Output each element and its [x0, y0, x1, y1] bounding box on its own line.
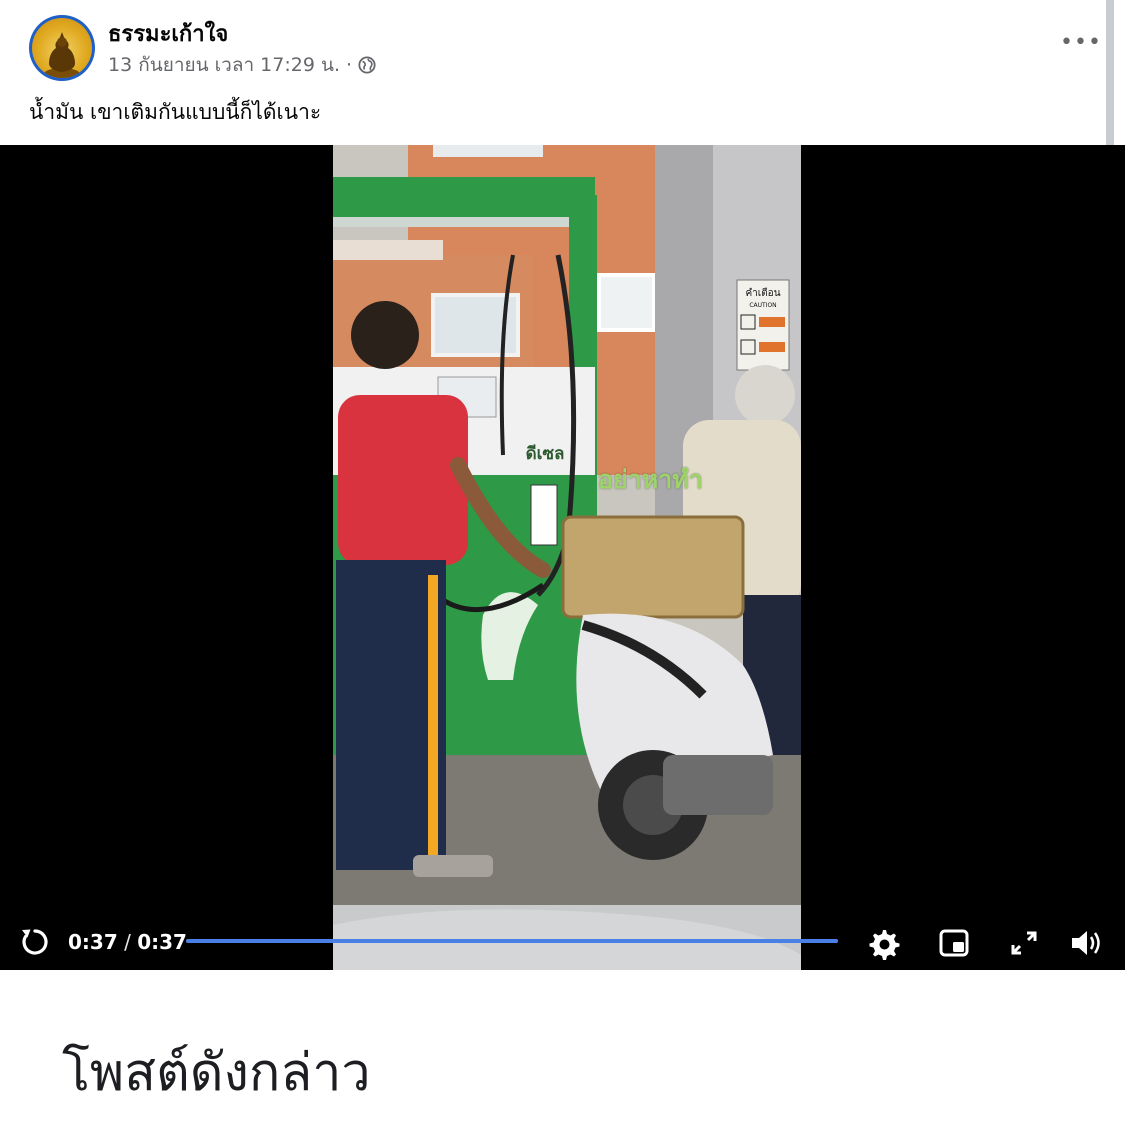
pump-label: ดีเซล: [526, 443, 565, 464]
meta-separator: ·: [346, 54, 353, 76]
sign-label: คำเตือน: [745, 287, 780, 299]
page-name[interactable]: ธรรมะเก้าใจ: [108, 16, 228, 51]
video-scene: คำเตือน CAUTION ดีเซล: [333, 145, 801, 970]
progress-bar[interactable]: [186, 939, 838, 943]
duration: 0:37: [137, 930, 187, 954]
video-controls: 0:37 / 0:37: [0, 915, 1125, 970]
post-meta: 13 กันยายน เวลา 17:29 น. ·: [108, 50, 376, 80]
globe-icon: [358, 56, 376, 74]
post-text: น้ำมัน เขาเติมกันแบบนี้ก็ได้เนาะ: [29, 100, 322, 124]
article-caption: โพสต์ดังกล่าว: [62, 1043, 371, 1103]
time-display: 0:37 / 0:37: [68, 930, 187, 954]
video-watermark: อย่าหาทำ: [598, 465, 703, 494]
settings-icon[interactable]: [865, 925, 901, 961]
current-time: 0:37: [68, 930, 118, 954]
video-frame: คำเตือน CAUTION ดีเซล: [333, 145, 801, 970]
card-border: [1106, 0, 1114, 145]
time-separator: /: [117, 930, 138, 954]
volume-icon[interactable]: [1068, 925, 1104, 961]
miniplayer-icon[interactable]: [937, 925, 973, 961]
buddha-icon: [32, 18, 92, 78]
progress-fill: [186, 939, 838, 943]
replay-icon[interactable]: [18, 925, 52, 959]
more-options-button[interactable]: •••: [1060, 30, 1102, 55]
page-avatar[interactable]: [29, 15, 95, 81]
sign-sublabel: CAUTION: [749, 302, 776, 309]
post-timestamp[interactable]: 13 กันยายน เวลา 17:29 น.: [108, 50, 340, 80]
post-card: ธรรมะเก้าใจ 13 กันยายน เวลา 17:29 น. · •…: [0, 0, 1112, 145]
video-player[interactable]: คำเตือน CAUTION ดีเซล อย่าหาทำ 0:37 / 0:…: [0, 145, 1125, 970]
fullscreen-icon[interactable]: [1006, 925, 1042, 961]
